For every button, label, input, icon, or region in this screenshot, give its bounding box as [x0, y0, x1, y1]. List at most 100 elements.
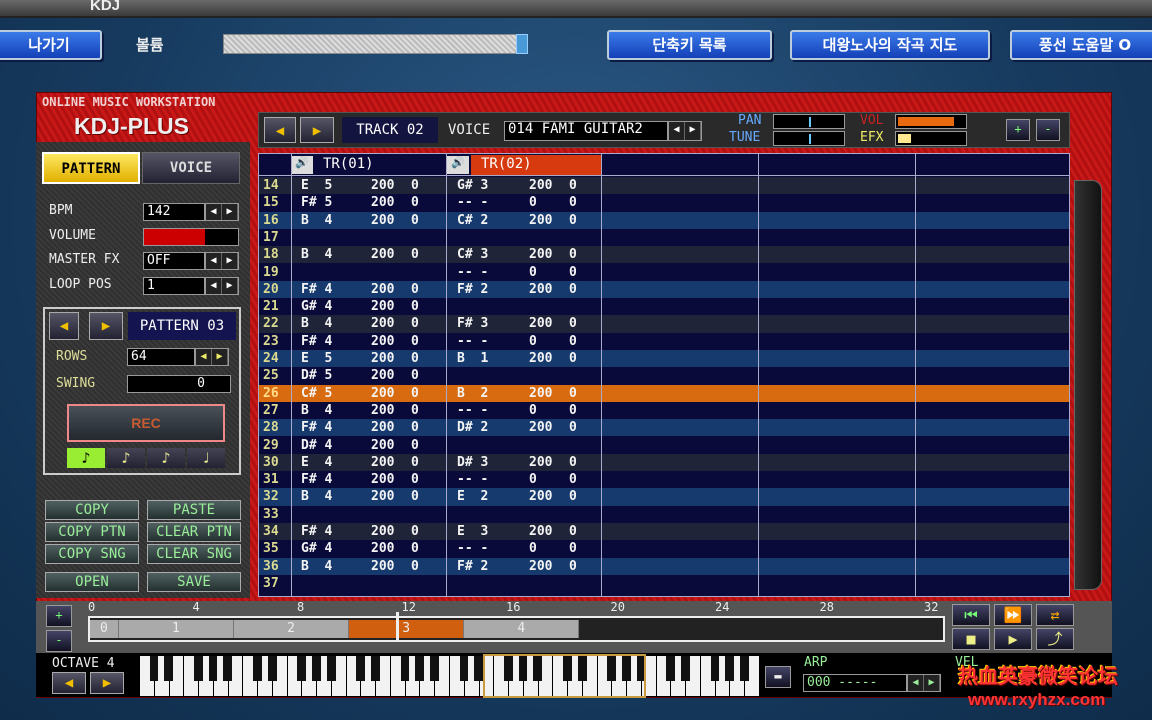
arp-field[interactable]: 000 -----: [803, 674, 907, 692]
tr02-note[interactable]: F# 2: [457, 558, 488, 575]
piano-keyboard[interactable]: [140, 656, 760, 696]
tr02-note[interactable]: -- -: [457, 194, 488, 211]
octave-up-button[interactable]: ▶: [90, 672, 124, 694]
tr01-effect[interactable]: 0: [411, 488, 419, 505]
tr01-effect[interactable]: 0: [411, 315, 419, 332]
table-row[interactable]: 37: [259, 574, 1069, 593]
sequence-pattern-2[interactable]: 2: [233, 620, 350, 638]
next-track-button[interactable]: ▶: [300, 117, 334, 143]
black-key[interactable]: [503, 656, 513, 681]
tr01-volume[interactable]: 200: [371, 194, 394, 211]
tr01-note[interactable]: E 4: [301, 454, 332, 471]
black-key[interactable]: [666, 656, 676, 681]
table-row[interactable]: 31 F# 4 200 0 -- - 0 0: [259, 471, 1069, 489]
tr02-note[interactable]: -- -: [457, 333, 488, 350]
black-key[interactable]: [577, 656, 587, 681]
black-key[interactable]: [459, 656, 469, 681]
tr01-note[interactable]: E 5: [301, 177, 332, 194]
action-copy-ptn-button[interactable]: COPY PTN: [45, 522, 139, 542]
tr01-effect[interactable]: 0: [411, 333, 419, 350]
column-tr01[interactable]: TR(01): [323, 156, 374, 172]
black-key[interactable]: [208, 656, 218, 681]
tr02-effect[interactable]: 0: [569, 488, 577, 505]
black-key[interactable]: [297, 656, 307, 681]
tr01-volume[interactable]: 200: [371, 488, 394, 505]
table-row[interactable]: 30 E 4 200 0 D# 3 200 0: [259, 453, 1069, 472]
table-row[interactable]: 18 B 4 200 0 C# 3 200 0: [259, 246, 1069, 264]
black-key[interactable]: [533, 656, 543, 681]
tr02-note[interactable]: C# 2: [457, 212, 488, 229]
play-icon[interactable]: ▶: [994, 628, 1032, 650]
tr02-effect[interactable]: 0: [569, 333, 577, 350]
table-row[interactable]: 15 F# 5 200 0 -- - 0 0: [259, 194, 1069, 212]
tr02-effect[interactable]: 0: [569, 246, 577, 263]
tr02-volume[interactable]: 200: [529, 454, 552, 471]
tr01-note[interactable]: F# 4: [301, 281, 332, 298]
tr01-note[interactable]: G# 4: [301, 298, 332, 315]
black-key[interactable]: [430, 656, 439, 681]
mute-tr02-icon[interactable]: 🔊: [447, 156, 469, 174]
tr02-volume[interactable]: 200: [529, 315, 552, 332]
tr02-note[interactable]: B 2: [457, 385, 488, 402]
tr02-effect[interactable]: 0: [569, 212, 577, 229]
column-tr02[interactable]: TR(02): [471, 155, 601, 175]
zoom-in-button[interactable]: +: [46, 605, 72, 627]
table-row[interactable]: 16 B 4 200 0 C# 2 200 0: [259, 211, 1069, 229]
tr01-volume[interactable]: 200: [371, 402, 394, 419]
tr02-volume[interactable]: 200: [529, 246, 552, 263]
export-icon[interactable]: ⤴: [1036, 628, 1074, 650]
rewind-icon[interactable]: ⏮: [952, 604, 990, 626]
tr02-effect[interactable]: 0: [569, 177, 577, 194]
back-button[interactable]: 나가기: [0, 30, 102, 60]
tr02-effect[interactable]: 0: [569, 402, 577, 419]
table-row[interactable]: 17: [259, 228, 1069, 247]
add-track-button[interactable]: +: [1006, 119, 1030, 141]
black-key[interactable]: [164, 656, 174, 681]
tr02-effect[interactable]: 0: [569, 471, 577, 488]
tr01-note[interactable]: F# 4: [301, 523, 332, 540]
black-key[interactable]: [710, 656, 720, 681]
action-paste-button[interactable]: PASTE: [147, 500, 241, 520]
tr01-note[interactable]: F# 5: [301, 194, 332, 211]
arp-stepper[interactable]: ◀ ▶: [907, 674, 941, 692]
tr02-volume[interactable]: 200: [529, 523, 552, 540]
tr02-note[interactable]: F# 3: [457, 315, 488, 332]
master-fx-stepper[interactable]: ◀ ▶: [205, 252, 239, 270]
black-key[interactable]: [326, 656, 336, 681]
master-fx-field[interactable]: OFF: [143, 252, 205, 270]
tr02-note[interactable]: C# 3: [457, 246, 488, 263]
black-key[interactable]: [415, 656, 425, 681]
black-key[interactable]: [474, 656, 484, 681]
tr01-effect[interactable]: 0: [411, 298, 419, 315]
song-sequence[interactable]: 01234: [88, 616, 945, 642]
tr01-note[interactable]: G# 4: [301, 540, 332, 557]
sequence-pattern-0[interactable]: 0: [90, 620, 119, 638]
tr01-effect[interactable]: 0: [411, 246, 419, 263]
table-row[interactable]: 22 B 4 200 0 F# 3 200 0: [259, 315, 1069, 333]
pan-slider[interactable]: [773, 114, 845, 129]
tr01-volume[interactable]: 200: [371, 471, 394, 488]
note-length-2-icon[interactable]: ♪: [147, 448, 185, 468]
tr02-volume[interactable]: 0: [529, 333, 537, 350]
tr01-effect[interactable]: 0: [411, 523, 419, 540]
table-row[interactable]: 33: [259, 505, 1069, 523]
composition-guide-button[interactable]: 대왕노사의 작곡 지도: [790, 30, 990, 60]
octave-down-button[interactable]: ◀: [52, 672, 86, 694]
pattern-grid[interactable]: 🔊 TR(01) 🔊 TR(02) 14 E 5 200 0 G# 3 200 0 15 F# …: [258, 153, 1070, 597]
black-key[interactable]: [740, 656, 749, 681]
tr02-effect[interactable]: 0: [569, 454, 577, 471]
loop-icon[interactable]: ⇄: [1036, 604, 1074, 626]
tr01-volume[interactable]: 200: [371, 540, 394, 557]
tr02-effect[interactable]: 0: [569, 540, 577, 557]
bpm-stepper[interactable]: ◀ ▶: [205, 203, 239, 221]
left-arrow-icon[interactable]: ◀: [206, 253, 222, 269]
tune-slider[interactable]: [773, 131, 845, 146]
prev-track-button[interactable]: ◀: [264, 117, 296, 143]
sequence-pattern-3[interactable]: 3: [349, 620, 465, 638]
tr01-note[interactable]: B 4: [301, 246, 332, 263]
rec-button[interactable]: REC: [67, 404, 225, 442]
track-vol-slider[interactable]: [895, 114, 967, 129]
black-key[interactable]: [267, 656, 277, 681]
black-key[interactable]: [149, 656, 159, 681]
black-key[interactable]: [311, 656, 321, 681]
